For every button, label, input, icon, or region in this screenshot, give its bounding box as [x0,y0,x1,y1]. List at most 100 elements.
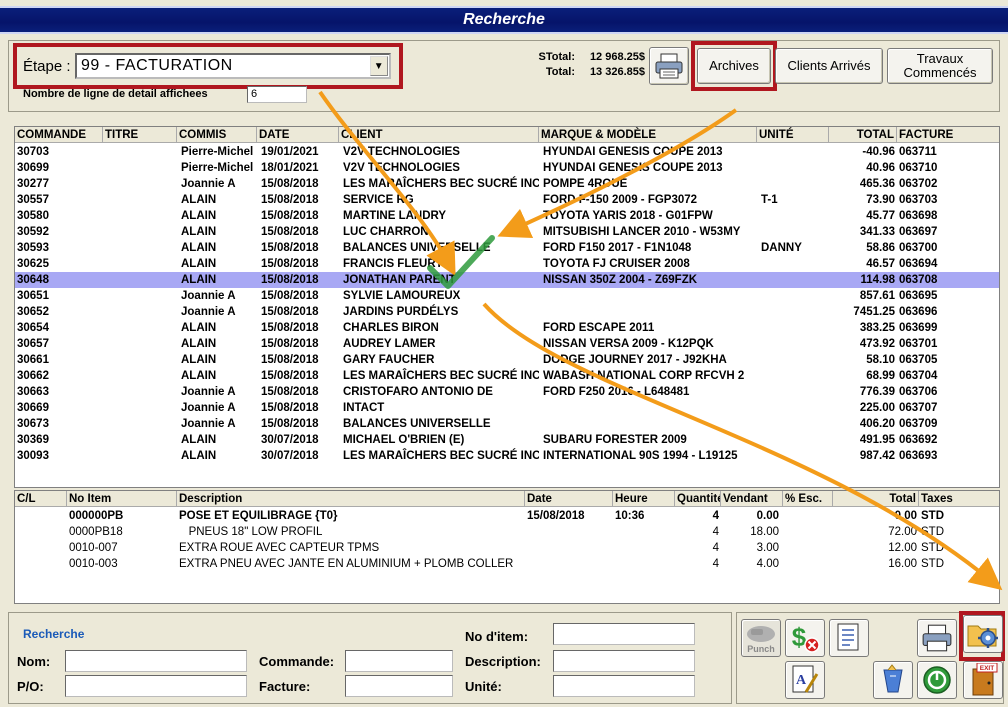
cell-marque: FORD ESCAPE 2011 [543,322,655,334]
commande-input[interactable] [345,650,453,672]
punch-button[interactable]: Punch [741,619,781,657]
table-row[interactable]: 30651 Joannie A 15/08/2018 SYLVIE LAMOUREUX… [15,288,999,304]
cell-client: GARY FAUCHER [343,354,435,366]
detail-cell-desc: EXTRA PNEU AVEC JANTE EN ALUMINIUM + PLO… [179,558,514,570]
detail-cell-total: 16.00 [888,558,917,570]
confirm-button[interactable] [917,661,957,699]
table-row[interactable]: 30593 ALAIN 15/08/2018 BALANCES UNIVERSELLE… [15,240,999,256]
table-row[interactable]: 30580 ALAIN 15/08/2018 MARTINE LANDRY TOYOTA… [15,208,999,224]
unite-input[interactable] [553,675,695,697]
facture-input[interactable] [345,675,453,697]
col-titre[interactable]: TITRE [103,127,177,143]
table-row[interactable]: 30652 Joannie A 15/08/2018 JARDINS PURDÉLYS… [15,304,999,320]
table-row[interactable]: 30661 ALAIN 15/08/2018 GARY FAUCHER DODGE JO… [15,352,999,368]
detail-cell-item: 0010-007 [69,542,118,554]
table-row[interactable]: 30669 Joannie A 15/08/2018 INTACT 225.00 0637… [15,400,999,416]
clients-arrives-button[interactable]: Clients Arrivés [775,48,883,84]
col-detail-date[interactable]: Date [525,491,613,507]
cell-marque [543,304,757,320]
details-grid[interactable]: C/L No Item Description Date Heure Quant… [14,490,1000,604]
table-row[interactable]: 30703 Pierre-Michel 19/01/2021 V2V TECHNOLO… [15,144,999,160]
table-row[interactable]: 30673 Joannie A 15/08/2018 BALANCES UNIVERS… [15,416,999,432]
col-date[interactable]: DATE [257,127,339,143]
cell-client: V2V TECHNOLOGIES [343,162,460,174]
cell-marque: INTERNATIONAL 90S 1994 - L19125 [543,450,738,462]
table-row[interactable]: 30654 ALAIN 15/08/2018 CHARLES BIRON FORD ES… [15,320,999,336]
cell-total: 987.42 [859,450,895,462]
cell-total: 857.61 [859,290,895,302]
col-no-item[interactable]: No Item [67,491,177,507]
cell-commande: 30593 [17,242,49,254]
col-esc[interactable]: % Esc. [783,491,833,507]
table-row[interactable]: 30699 Pierre-Michel 18/01/2021 V2V TECHNOLO… [15,160,999,176]
cell-facture: 063705 [899,354,938,366]
cell-client: LES MARAÎCHERS BEC SUCRÉ INC [343,450,539,462]
print-button[interactable] [649,47,689,85]
etape-select[interactable]: 99 - FACTURATION ▼ [75,53,391,79]
table-row[interactable]: 30648 ALAIN 15/08/2018 JONATHAN PARENT NISSA… [15,272,999,288]
col-detail-total[interactable]: Total [833,491,919,507]
document-list-button[interactable] [829,619,869,657]
cell-client: BALANCES UNIVERSELLE [343,242,491,254]
col-commande[interactable]: COMMANDE [15,127,103,143]
cell-marque: DODGE JOURNEY 2017 - J92KHA [543,354,727,366]
travaux-commences-button[interactable]: Travaux Commencés [887,48,993,84]
col-description[interactable]: Description [177,491,525,507]
cell-marque: WABASH NATIONAL CORP RFCVH 2 [543,370,745,382]
col-total[interactable]: TOTAL [829,127,897,143]
description-input[interactable] [553,650,695,672]
etape-label: Étape : [23,58,71,75]
table-row[interactable]: 30592 ALAIN 15/08/2018 LUC CHARRON MITSUBISH… [15,224,999,240]
cell-facture: 063699 [899,322,938,334]
noitem-input[interactable] [553,623,695,645]
print-invoice-button[interactable] [917,619,957,657]
detail-row[interactable]: 0000PB18 PNEUS 18" LOW PROFIL 4 18.00 72.00… [15,524,999,540]
settings-button[interactable] [963,615,1003,653]
exit-button[interactable]: EXIT [963,661,1003,699]
table-row[interactable]: 30662 ALAIN 15/08/2018 LES MARAÎCHERS BEC S… [15,368,999,384]
clean-button[interactable] [873,661,913,699]
cell-date: 15/08/2018 [261,306,319,318]
table-row[interactable]: 30557 ALAIN 15/08/2018 SERVICE RG FORD F-150… [15,192,999,208]
table-row[interactable]: 30657 ALAIN 15/08/2018 AUDREY LAMER NISSAN V… [15,336,999,352]
cell-commande: 30703 [17,146,49,158]
col-vendant[interactable]: Vendant [721,491,783,507]
col-cl[interactable]: C/L [15,491,67,507]
col-facture[interactable]: FACTURE [897,127,999,143]
detail-row[interactable]: 000000PB POSE ET EQUILIBRAGE {T0} 15/08/20… [15,508,999,524]
col-marque[interactable]: MARQUE & MODÈLE [539,127,757,143]
cell-unite [761,208,829,224]
table-row[interactable]: 30277 Joannie A 15/08/2018 LES MARAÎCHERS B… [15,176,999,192]
archives-button[interactable]: Archives [697,48,771,84]
cell-titre [105,336,177,352]
cell-date: 15/08/2018 [261,418,319,430]
col-taxes[interactable]: Taxes [919,491,999,507]
detail-row[interactable]: 0010-003 EXTRA PNEU AVEC JANTE EN ALUMINI… [15,556,999,572]
table-row[interactable]: 30369 ALAIN 30/07/2018 MICHAEL O'BRIEN (E) S… [15,432,999,448]
cell-total: 114.98 [860,274,895,286]
cell-total: -40.96 [862,146,895,158]
col-commis[interactable]: COMMIS [177,127,257,143]
cell-unite [761,288,829,304]
po-input[interactable] [65,675,247,697]
nom-input[interactable] [65,650,247,672]
col-quantite[interactable]: Quantité [675,491,721,507]
col-unite[interactable]: UNITÉ [757,127,829,143]
cell-unite [761,416,829,432]
col-client[interactable]: CLIENT [339,127,539,143]
detail-cell-esc [783,508,833,524]
chevron-down-icon[interactable]: ▼ [370,56,388,76]
cell-client: BALANCES UNIVERSELLE [343,418,491,430]
cell-commis: ALAIN [181,226,217,238]
table-row[interactable]: 30663 Joannie A 15/08/2018 CRISTOFARO ANTON… [15,384,999,400]
detail-row[interactable]: 0010-007 EXTRA ROUE AVEC CAPTEUR TPMS 4 3.0… [15,540,999,556]
table-row[interactable]: 30625 ALAIN 15/08/2018 FRANCIS FLEURY TOYOTA… [15,256,999,272]
facture-label: Facture: [259,679,311,694]
col-heure[interactable]: Heure [613,491,675,507]
orders-grid[interactable]: COMMANDE TITRE COMMIS DATE CLIENT MARQUE… [14,126,1000,488]
nb-lignes-input[interactable]: 6 [247,86,307,103]
cell-date: 15/08/2018 [261,242,319,254]
remove-payment-button[interactable]: $ [785,619,825,657]
table-row[interactable]: 30093 ALAIN 30/07/2018 LES MARAÎCHERS BEC S… [15,448,999,464]
edit-document-button[interactable]: A [785,661,825,699]
